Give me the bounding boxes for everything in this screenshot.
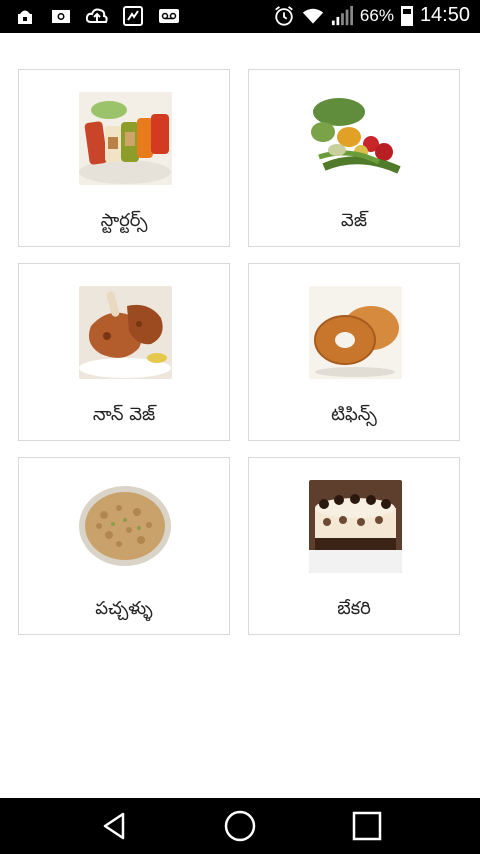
navigation-bar — [0, 798, 480, 854]
category-label: స్టార్టర్స్ — [100, 210, 148, 231]
status-bar: 66% 14:50 — [0, 0, 480, 33]
home-icon — [224, 810, 256, 842]
clock: 14:50 — [419, 4, 470, 26]
pickles-image — [79, 480, 172, 573]
category-card-non-veg[interactable]: నాన్ వెజ్ — [18, 263, 230, 441]
battery-icon — [400, 5, 413, 26]
veg-image — [309, 92, 402, 185]
notification-icons — [14, 6, 180, 26]
alarm-icon — [273, 5, 295, 26]
category-label: బేకరి — [337, 598, 371, 619]
home-button[interactable] — [220, 808, 260, 844]
category-label: పచ్చళ్ళు — [95, 598, 153, 619]
tiffins-image — [309, 286, 402, 379]
category-card-bakery[interactable]: బేకరి — [248, 457, 460, 635]
back-icon — [103, 812, 125, 840]
category-card-pickles[interactable]: పచ్చళ్ళు — [18, 457, 230, 635]
category-label: నాన్ వెజ్ — [92, 404, 156, 425]
cloud-upload-icon — [86, 6, 108, 26]
voicemail-icon — [158, 6, 180, 26]
category-grid: స్టార్టర్స్ వెజ్ నాన్ వెజ్ టిఫిన్స్ పచ్చ… — [18, 69, 463, 638]
bakery-image — [309, 480, 402, 573]
back-button[interactable] — [94, 808, 134, 844]
phone-missed-icon — [122, 6, 144, 26]
wifi-icon — [302, 6, 324, 26]
battery-percent: 66% — [359, 5, 394, 25]
category-card-starters[interactable]: స్టార్టర్స్ — [18, 69, 230, 247]
image-icon — [50, 6, 72, 26]
category-card-veg[interactable]: వెజ్ — [248, 69, 460, 247]
recents-icon — [352, 811, 382, 841]
starters-image — [79, 92, 172, 185]
category-label: టిఫిన్స్ — [331, 404, 377, 425]
android-icon — [14, 6, 36, 26]
category-card-tiffins[interactable]: టిఫిన్స్ — [248, 263, 460, 441]
non-veg-image — [79, 286, 172, 379]
system-icons: 66% 14:50 — [273, 4, 470, 27]
recents-button[interactable] — [347, 808, 387, 844]
category-label: వెజ్ — [341, 210, 367, 231]
signal-icon — [331, 5, 353, 26]
